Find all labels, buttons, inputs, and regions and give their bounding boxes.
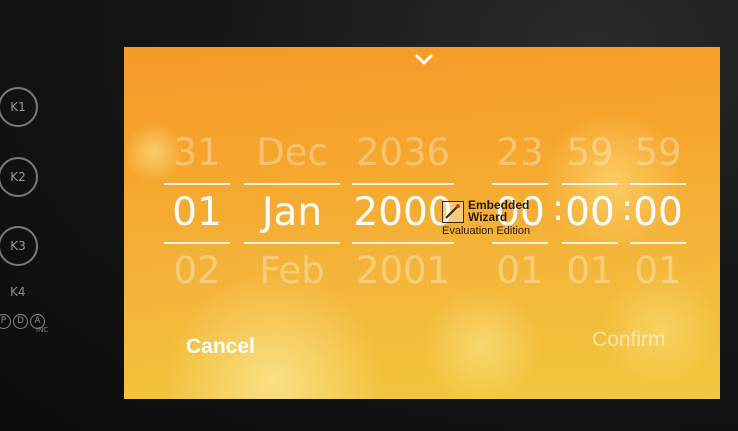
day-prev: 31 [173, 131, 221, 174]
second-prev: 59 [634, 131, 682, 174]
day-line-bottom [164, 242, 230, 244]
brand-logo-letter-d: D [13, 313, 28, 329]
brand-logo-letter-p: P [0, 313, 11, 329]
second-line-bottom [630, 242, 686, 244]
day-picker[interactable]: 31 01 02 [162, 125, 232, 315]
hour-prev: 23 [496, 131, 544, 174]
minute-current: 00 [565, 190, 615, 235]
minute-next: 01 [566, 249, 614, 292]
touch-screen: 31 01 02 Dec Jan Feb 2036 2000 2001 23 0… [124, 47, 720, 399]
day-current: 01 [172, 190, 222, 235]
month-picker[interactable]: Dec Jan Feb [242, 125, 342, 315]
wizard-wand-icon [442, 201, 464, 223]
month-line-bottom [244, 242, 340, 244]
minute-prev: 59 [566, 131, 614, 174]
hour-line-bottom [492, 242, 548, 244]
chevron-down-icon[interactable] [414, 52, 434, 68]
watermark-line3: Evaluation Edition [442, 225, 531, 237]
month-prev: Dec [256, 131, 328, 174]
minute-picker[interactable]: 59 00 01 [560, 125, 620, 315]
day-next: 02 [173, 249, 221, 292]
month-current: Jan [261, 190, 323, 235]
second-picker[interactable]: 59 00 01 [628, 125, 688, 315]
year-prev: 2036 [355, 131, 451, 174]
minute-line-bottom [562, 242, 618, 244]
minute-line-top [562, 183, 618, 185]
month-line-top [244, 183, 340, 185]
month-next: Feb [259, 249, 325, 292]
year-next: 2001 [355, 249, 451, 292]
second-next: 01 [634, 249, 682, 292]
year-current: 2000 [353, 190, 453, 235]
hour-line-top [492, 183, 548, 185]
hour-next: 01 [496, 249, 544, 292]
year-line-bottom [352, 242, 454, 244]
year-picker[interactable]: 2036 2000 2001 [350, 125, 456, 315]
confirm-button[interactable]: Confirm [592, 328, 666, 352]
brand-logo-suffix: INC [36, 326, 49, 334]
watermark-line2: Wizard [468, 210, 508, 224]
cancel-button[interactable]: Cancel [186, 335, 255, 359]
second-current: 00 [633, 190, 683, 235]
year-line-top [352, 183, 454, 185]
day-line-top [164, 183, 230, 185]
hardware-button-k4-label: K4 [10, 285, 26, 299]
evaluation-watermark: Embedded Wizard Evaluation Edition [442, 197, 552, 241]
second-line-top [630, 183, 686, 185]
